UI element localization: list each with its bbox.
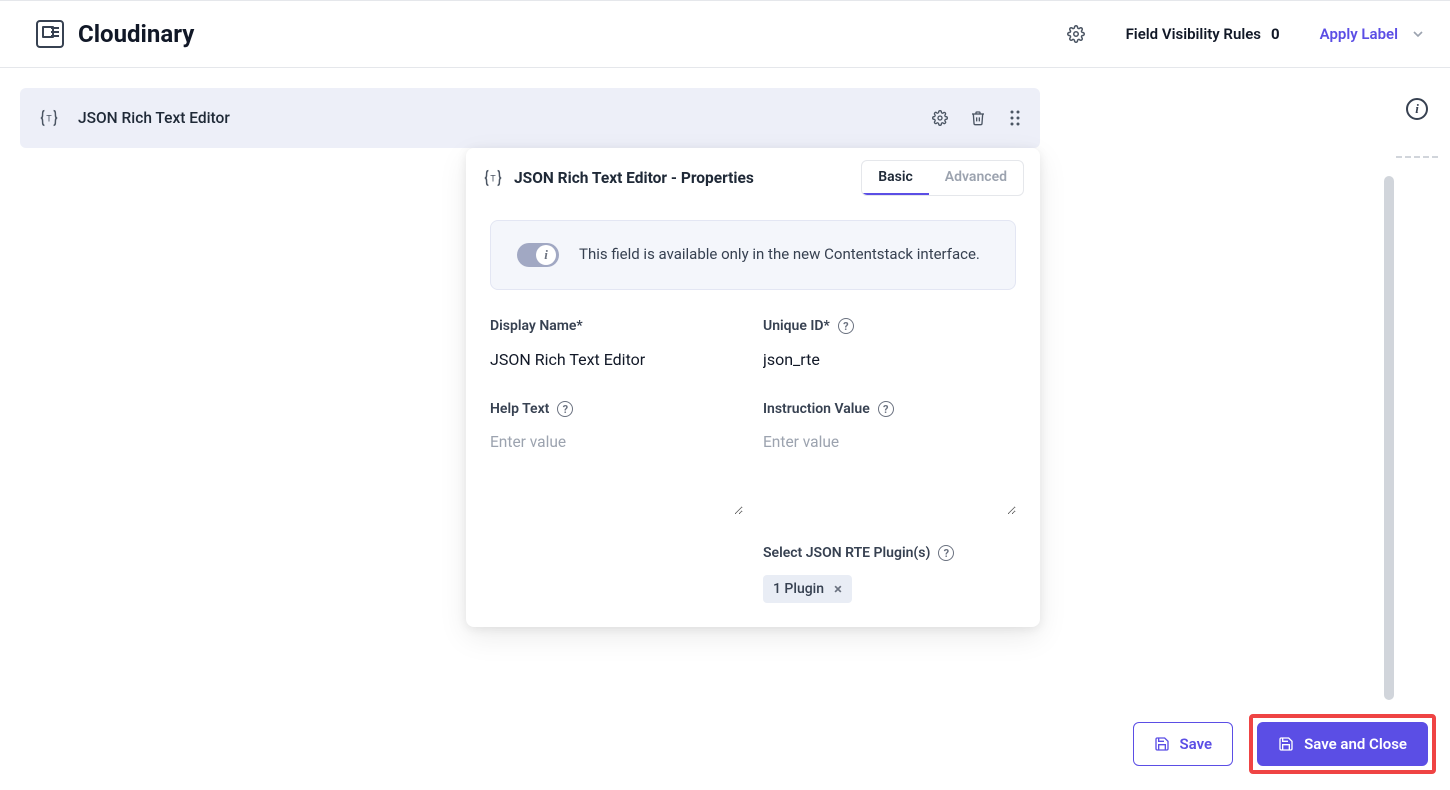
field-visibility-rules[interactable]: Field Visibility Rules 0 [1126,25,1280,43]
info-toggle-icon [517,243,559,267]
apply-label-text: Apply Label [1320,25,1398,43]
panel-title-wrap: T JSON Rich Text Editor - Properties [482,167,754,189]
field-visibility-count: 0 [1271,25,1280,43]
help-icon[interactable]: ? [557,401,573,417]
field-bar-actions [932,110,1022,126]
help-text-field: Help Text ? [490,401,743,515]
field-delete-button[interactable] [970,110,986,126]
info-box: This field is available only in the new … [490,220,1016,290]
plugins-label-text: Select JSON RTE Plugin(s) [763,545,930,561]
instruction-input[interactable] [763,431,1016,515]
scrollbar[interactable] [1384,176,1394,700]
footer-actions: Save Save and Close [1133,714,1437,774]
instruction-label-text: Instruction Value [763,401,870,417]
save-icon [1278,736,1294,752]
save-close-label: Save and Close [1304,735,1407,753]
save-label: Save [1180,735,1213,753]
tab-advanced[interactable]: Advanced [929,161,1023,195]
plugin-chip-label: 1 Plugin [773,581,824,597]
top-bar: Cloudinary Field Visibility Rules 0 Appl… [0,0,1450,68]
gear-icon [1067,25,1085,43]
panel-header: T JSON Rich Text Editor - Properties Bas… [466,148,1040,196]
chevron-down-icon [1410,26,1426,42]
help-icon[interactable]: ? [878,401,894,417]
instruction-label: Instruction Value ? [763,401,1016,417]
tab-basic[interactable]: Basic [862,161,929,195]
unique-id-field: Unique ID* ? [763,318,1016,371]
display-name-input[interactable] [490,348,743,371]
highlight-box: Save and Close [1249,714,1436,774]
svg-text:T: T [46,115,52,125]
help-text-input[interactable] [490,431,743,515]
fields-grid: Display Name* Unique ID* ? Help Text ? [490,318,1016,603]
info-button[interactable]: i [1406,98,1428,120]
top-bar-left: Cloudinary [36,20,194,48]
help-text-label-text: Help Text [490,401,549,417]
apply-label-button[interactable]: Apply Label [1320,25,1426,43]
field-visibility-label: Field Visibility Rules [1126,25,1261,43]
plugin-chip[interactable]: 1 Plugin × [763,575,852,603]
properties-panel: T JSON Rich Text Editor - Properties Bas… [466,148,1040,627]
gear-icon [932,110,948,126]
help-text-label: Help Text ? [490,401,743,417]
field-bar-title: JSON Rich Text Editor [78,109,230,127]
panel-tabs: Basic Advanced [861,160,1024,196]
field-drag-handle[interactable] [1008,110,1022,126]
save-icon [1154,736,1170,752]
chip-remove-icon[interactable]: × [834,582,842,597]
trash-icon [970,110,986,126]
svg-text:T: T [490,175,496,185]
content-area: T JSON Rich Text Editor T JSON Rich Text… [0,68,1450,168]
field-settings-button[interactable] [932,110,948,126]
content-type-icon [36,20,64,48]
unique-id-label: Unique ID* ? [763,318,1016,334]
json-rte-icon: T [38,107,60,129]
save-button[interactable]: Save [1133,722,1234,766]
json-rte-icon: T [482,167,504,189]
panel-body: This field is available only in the new … [466,196,1040,627]
unique-id-input[interactable] [763,348,1016,371]
help-icon[interactable]: ? [838,318,854,334]
plugins-label: Select JSON RTE Plugin(s) ? [763,545,1016,561]
page-title: Cloudinary [78,20,194,48]
instruction-field: Instruction Value ? [763,401,1016,515]
settings-button[interactable] [1066,24,1086,44]
info-text: This field is available only in the new … [579,243,980,266]
unique-id-label-text: Unique ID* [763,318,830,334]
plugins-field: Select JSON RTE Plugin(s) ? 1 Plugin × [763,545,1016,603]
panel-title: JSON Rich Text Editor - Properties [514,169,754,187]
field-bar[interactable]: T JSON Rich Text Editor [20,88,1040,148]
divider [1396,156,1438,158]
field-bar-left: T JSON Rich Text Editor [38,107,230,129]
top-bar-right: Field Visibility Rules 0 Apply Label [1066,24,1426,44]
display-name-field: Display Name* [490,318,743,371]
help-icon[interactable]: ? [938,545,954,561]
drag-handle-icon [1008,110,1022,126]
display-name-label: Display Name* [490,318,743,334]
save-and-close-button[interactable]: Save and Close [1257,722,1428,766]
